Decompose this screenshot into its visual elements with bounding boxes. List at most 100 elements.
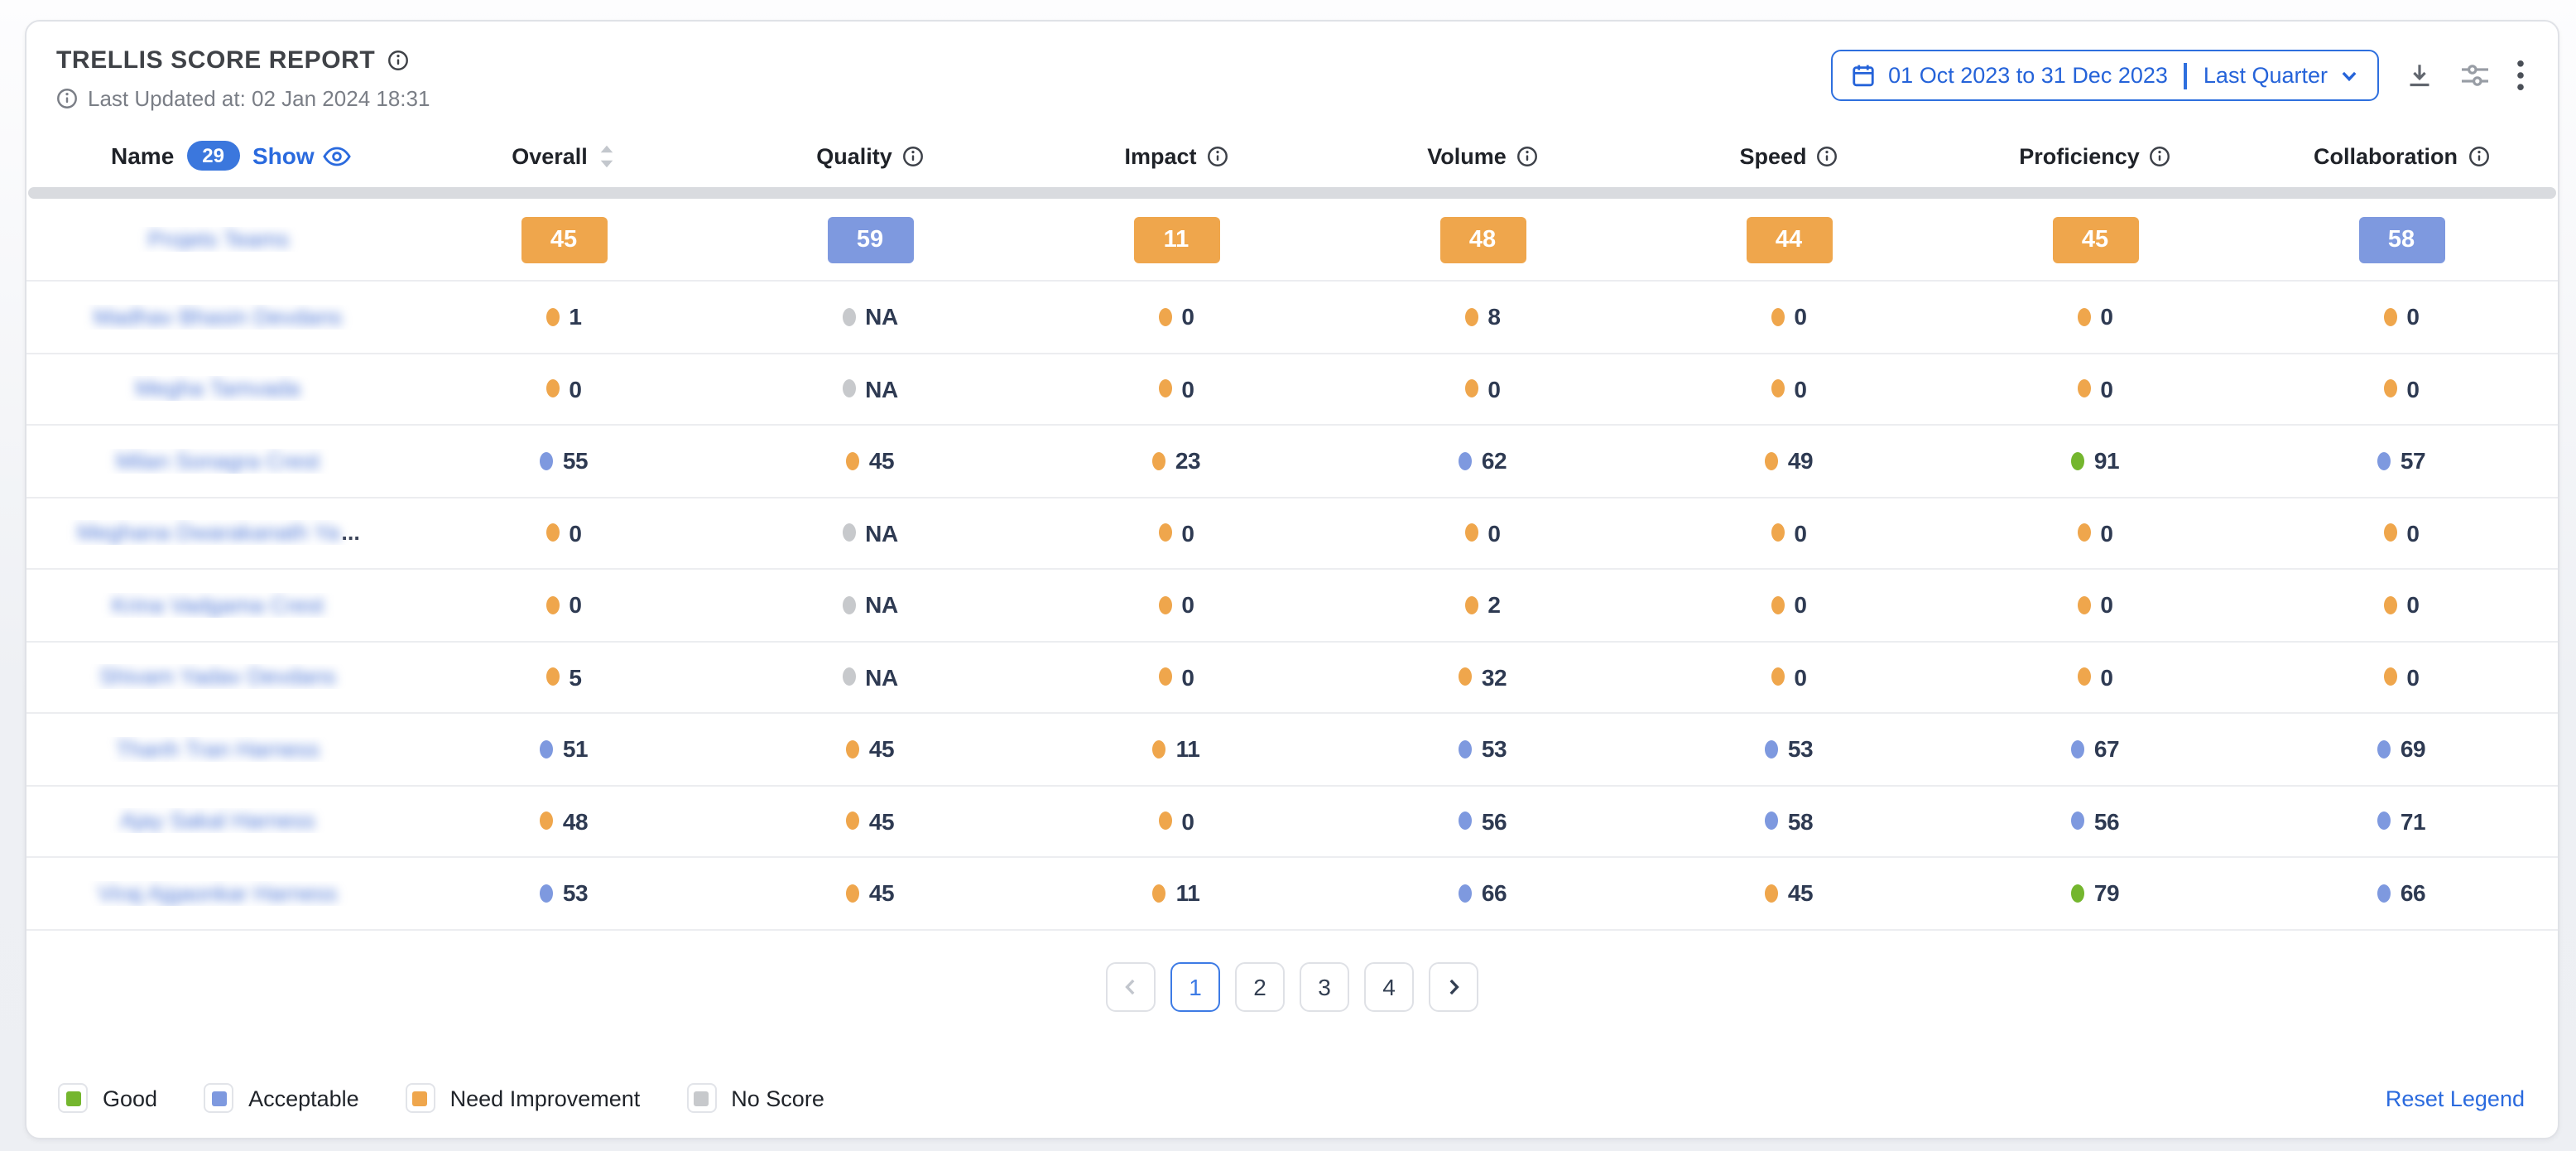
score-cell: 0 bbox=[1942, 520, 2248, 547]
score-cell: 79 bbox=[1942, 880, 2248, 907]
score-value: 0 bbox=[2100, 520, 2112, 547]
column-header-proficiency[interactable]: Proficiency bbox=[1942, 143, 2248, 168]
score-dot bbox=[1765, 884, 1778, 903]
score-dot bbox=[2071, 452, 2084, 470]
legend-item-good[interactable]: Good bbox=[58, 1083, 157, 1113]
score-dot bbox=[2377, 812, 2391, 831]
member-name-link[interactable]: Madhav Bhasin Devdans bbox=[94, 305, 342, 330]
info-icon[interactable] bbox=[1207, 145, 1228, 166]
score-value: 0 bbox=[2100, 304, 2112, 330]
member-name-link[interactable]: Krina Vadgama Crest bbox=[112, 593, 324, 618]
score-dot bbox=[1158, 380, 1171, 398]
legend-item-acceptable[interactable]: Acceptable bbox=[204, 1083, 359, 1113]
score-cell: 0 bbox=[1636, 304, 1942, 330]
legend-label: Need Improvement bbox=[450, 1086, 641, 1110]
score-cell: NA bbox=[717, 664, 1023, 691]
score-cell: 0 bbox=[1023, 808, 1329, 835]
name-cell: Milan Sonagra Crest bbox=[26, 449, 411, 474]
table-header-row: Name 29 Show OverallQualityImpactVolumeS… bbox=[26, 124, 2558, 187]
column-header-volume[interactable]: Volume bbox=[1329, 143, 1636, 168]
page-button-1[interactable]: 1 bbox=[1170, 961, 1220, 1011]
score-value: 32 bbox=[1482, 664, 1507, 691]
member-name-link[interactable]: Meghana Dwarakanath Ya bbox=[77, 521, 339, 546]
prev-page-button[interactable] bbox=[1106, 961, 1156, 1011]
member-name-link[interactable]: Ajay Sakal Harness bbox=[120, 809, 315, 834]
score-value: 0 bbox=[2406, 520, 2419, 547]
member-name-link[interactable]: Milan Sonagra Crest bbox=[116, 449, 320, 474]
next-page-button[interactable] bbox=[1429, 961, 1478, 1011]
member-name-link[interactable]: Megha Tamvada bbox=[135, 377, 300, 402]
score-cell: 0 bbox=[411, 520, 717, 547]
score-dot bbox=[1464, 380, 1478, 398]
legend-bar: Good Acceptable Need Improvement No Score R… bbox=[26, 1058, 2558, 1138]
score-dot bbox=[1464, 596, 1478, 614]
score-cell: 0 bbox=[1942, 664, 2248, 691]
name-cell: Megha Tamvada bbox=[26, 377, 411, 402]
score-value: 71 bbox=[2401, 808, 2425, 835]
score-value: 57 bbox=[2401, 448, 2425, 474]
score-value: 53 bbox=[1788, 736, 1813, 763]
legend-item-no_score[interactable]: No Score bbox=[686, 1083, 824, 1113]
score-cell: 0 bbox=[1636, 376, 1942, 402]
score-cell: 8 bbox=[1329, 304, 1636, 330]
score-cell: 11 bbox=[1023, 736, 1329, 763]
score-value: 2 bbox=[1487, 592, 1500, 619]
score-dot bbox=[2077, 668, 2090, 686]
score-cell: 69 bbox=[2248, 736, 2554, 763]
info-icon[interactable] bbox=[1817, 145, 1838, 166]
score-dot bbox=[846, 452, 859, 470]
horizontal-scrollbar[interactable] bbox=[28, 187, 2556, 199]
show-toggle[interactable]: Show bbox=[252, 142, 351, 169]
score-cell: 48 bbox=[1329, 216, 1636, 262]
score-cell: 66 bbox=[1329, 880, 1636, 907]
score-value: 0 bbox=[1181, 592, 1194, 619]
date-range-button[interactable]: 01 Oct 2023 to 31 Dec 2023 Last Quarter bbox=[1830, 50, 2379, 101]
score-value: 0 bbox=[1794, 304, 1806, 330]
score-dot bbox=[846, 884, 859, 903]
score-value: 0 bbox=[1181, 664, 1194, 691]
column-header-collaboration[interactable]: Collaboration bbox=[2248, 143, 2554, 168]
title-info-icon[interactable] bbox=[387, 50, 408, 71]
download-button[interactable] bbox=[2405, 61, 2434, 89]
trellis-report-card: TRELLIS SCORE REPORT Last Updated at: 02… bbox=[25, 20, 2559, 1139]
score-dot bbox=[545, 596, 559, 614]
score-dot bbox=[2383, 308, 2396, 326]
score-cell: 0 bbox=[1329, 520, 1636, 547]
score-value: 67 bbox=[2094, 736, 2119, 763]
score-cell: 91 bbox=[1942, 448, 2248, 474]
score-dot bbox=[1464, 524, 1478, 542]
info-icon[interactable] bbox=[2468, 145, 2489, 166]
score-value: 48 bbox=[563, 808, 588, 835]
column-header-quality[interactable]: Quality bbox=[717, 143, 1023, 168]
page-button-4[interactable]: 4 bbox=[1364, 961, 1414, 1011]
reset-legend-link[interactable]: Reset Legend bbox=[2386, 1086, 2525, 1110]
info-icon[interactable] bbox=[2150, 145, 2171, 166]
score-dot bbox=[1158, 308, 1171, 326]
legend-label: Acceptable bbox=[248, 1086, 359, 1110]
legend-item-need_improvement[interactable]: Need Improvement bbox=[406, 1083, 641, 1113]
team-name-link[interactable]: Projets Teams bbox=[148, 227, 290, 252]
score-cell: 71 bbox=[2248, 808, 2554, 835]
page-button-3[interactable]: 3 bbox=[1300, 961, 1349, 1011]
score-dot bbox=[1771, 596, 1784, 614]
column-header-overall[interactable]: Overall bbox=[411, 143, 717, 168]
score-cell: 45 bbox=[717, 880, 1023, 907]
score-dot bbox=[545, 308, 559, 326]
member-name-link[interactable]: Viraj Ajgaonkar Harness bbox=[98, 881, 337, 906]
settings-button[interactable] bbox=[2460, 61, 2490, 89]
info-icon[interactable] bbox=[902, 145, 924, 166]
more-menu-button[interactable] bbox=[2516, 60, 2525, 91]
member-name-link[interactable]: Shivam Yadav Devdans bbox=[99, 665, 336, 690]
score-dot bbox=[1765, 452, 1778, 470]
score-value: NA bbox=[865, 664, 898, 691]
score-dot bbox=[1152, 452, 1165, 470]
column-header-speed[interactable]: Speed bbox=[1636, 143, 1942, 168]
table-row: Thanh Tran Harness51451153536769 bbox=[26, 714, 2558, 786]
member-name-link[interactable]: Thanh Tran Harness bbox=[116, 737, 320, 762]
sort-icon[interactable] bbox=[598, 143, 616, 168]
page-button-2[interactable]: 2 bbox=[1235, 961, 1285, 1011]
score-value: NA bbox=[865, 376, 898, 402]
score-cell: 66 bbox=[2248, 880, 2554, 907]
column-header-impact[interactable]: Impact bbox=[1023, 143, 1329, 168]
info-icon[interactable] bbox=[1516, 145, 1538, 166]
